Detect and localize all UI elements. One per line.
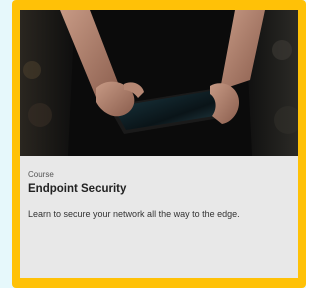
- course-card[interactable]: Course Endpoint Security Learn to secure…: [12, 0, 306, 288]
- course-type-label: Course: [28, 170, 54, 179]
- course-card-text: Course Endpoint Security Learn to secure…: [28, 170, 292, 220]
- course-card-body[interactable]: Course Endpoint Security Learn to secure…: [20, 10, 298, 278]
- course-title[interactable]: Endpoint Security: [28, 182, 292, 196]
- course-photo: [20, 10, 298, 156]
- course-description: Learn to secure your network all the way…: [28, 209, 240, 219]
- page: Course Endpoint Security Learn to secure…: [0, 0, 306, 288]
- course-image[interactable]: [20, 10, 298, 156]
